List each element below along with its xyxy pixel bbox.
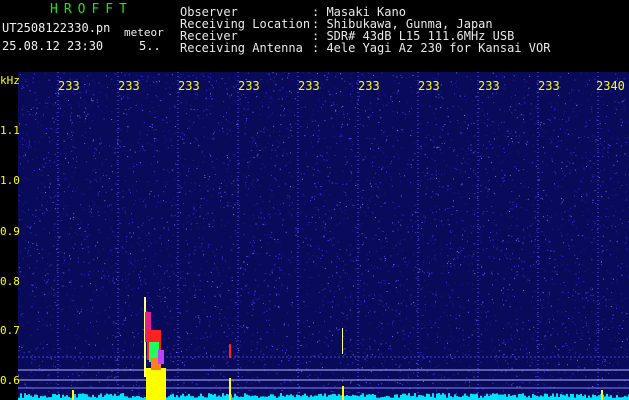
antenna-value: : 4ele Yagi Az 230 for Kansai VOR	[312, 41, 551, 55]
x-tick-3: 233	[178, 79, 200, 93]
y-tick-6: 0.6	[0, 374, 20, 387]
x-tick-8: 233	[478, 79, 500, 93]
noise-floor	[18, 393, 629, 400]
x-tick-7: 233	[418, 79, 440, 93]
x-tick-4: 233	[238, 79, 260, 93]
filename-label: UT2508122330.pn	[2, 21, 111, 35]
y-tick-5: 0.7	[0, 324, 20, 337]
mode-label: meteor	[124, 26, 164, 39]
datetime-label: 25.08.12 23:30	[2, 39, 104, 53]
x-tick-6: 233	[358, 79, 380, 93]
y-unit-label: kHz	[0, 74, 20, 87]
x-tick-10: 2340	[596, 79, 625, 93]
header-panel: HROFFT UT2508122330.pn meteor 25.08.12 2…	[0, 0, 629, 72]
x-tick-1: 233	[58, 79, 80, 93]
y-tick-2: 1.0	[0, 174, 20, 187]
counter-label: 5..	[139, 39, 161, 53]
noise-layer	[18, 72, 629, 400]
y-tick-1: 1.1	[0, 124, 20, 137]
spectrogram-canvas	[18, 72, 629, 400]
meteor-echo	[72, 297, 603, 400]
x-tick-2: 233	[118, 79, 140, 93]
x-tick-9: 233	[538, 79, 560, 93]
x-tick-5: 233	[298, 79, 320, 93]
y-tick-3: 0.9	[0, 225, 20, 238]
brand-title: HROFFT	[50, 2, 133, 17]
y-tick-4: 0.8	[0, 275, 20, 288]
spectrogram-plot	[18, 72, 629, 400]
antenna-key: Receiving Antenna	[180, 41, 303, 55]
time-gridlines	[57, 72, 599, 400]
